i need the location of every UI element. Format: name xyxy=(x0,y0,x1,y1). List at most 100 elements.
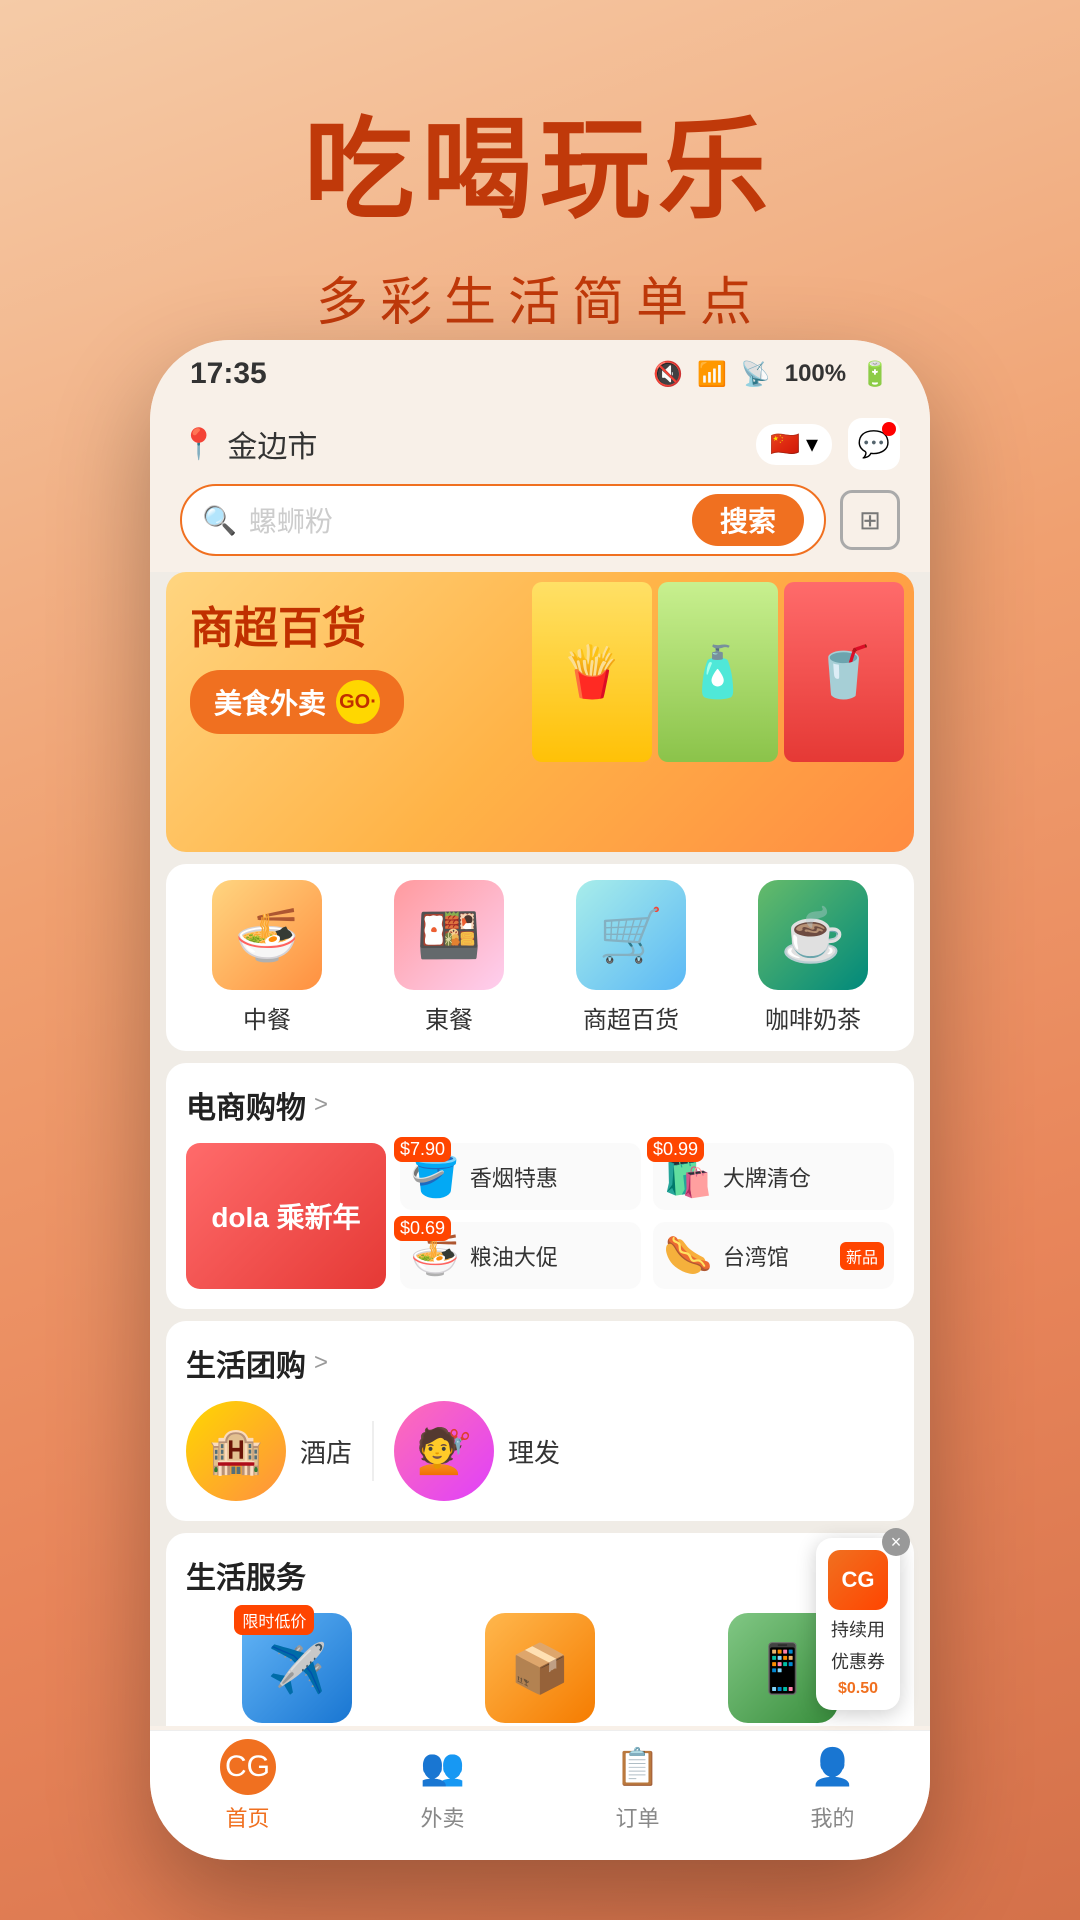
chinese-food-icon: 🍜 xyxy=(212,880,322,990)
float-text2: 优惠券 xyxy=(831,1648,885,1674)
delivery-icon-wrap: 📦 xyxy=(485,1613,595,1723)
flight-badge: 限时低价 xyxy=(234,1605,314,1635)
eastern-food-label: 東餐 xyxy=(425,1000,473,1035)
status-icons: 🔇 📶 📡 100% 🔋 xyxy=(653,360,890,389)
category-chinese[interactable]: 🍜 中餐 xyxy=(197,880,337,1035)
search-box[interactable]: 🔍 螺蛳粉 搜索 xyxy=(180,484,826,556)
nav-profile[interactable]: 👤 我的 xyxy=(805,1739,861,1833)
float-price: $0.50 xyxy=(838,1680,878,1698)
life-group-arrow[interactable]: > xyxy=(314,1349,328,1377)
language-selector[interactable]: 🇨🇳 ▾ xyxy=(756,424,832,465)
category-eastern[interactable]: 🍱 東餐 xyxy=(379,880,519,1035)
close-float-button[interactable]: × xyxy=(882,1528,910,1556)
grain-price: $0.69 xyxy=(394,1216,451,1241)
orders-nav-icon: 📋 xyxy=(610,1739,666,1795)
nav-home[interactable]: CG 首页 xyxy=(220,1739,276,1833)
battery-icon: 🔋 xyxy=(860,360,890,389)
life-items: 🏨 酒店 💇 理发 xyxy=(186,1401,894,1501)
messages-button[interactable]: 💬 xyxy=(848,418,900,470)
ecom-item-cigarette[interactable]: $7.90 🪣 香烟特惠 xyxy=(400,1143,641,1210)
profile-nav-label: 我的 xyxy=(810,1801,854,1833)
hotel-icon: 🏨 xyxy=(186,1401,286,1501)
supermarket-icon: 🛒 xyxy=(576,880,686,990)
banner-section[interactable]: 商超百货 美食外卖 GO· 🍟 🧴 🥤 xyxy=(166,572,914,852)
product-3: 🥤 xyxy=(784,582,904,762)
status-bar: 17:35 🔇 📶 📡 100% 🔋 xyxy=(150,340,930,408)
mute-icon: 🔇 xyxy=(653,360,683,389)
signal-icon: 📡 xyxy=(741,360,771,389)
food-delivery-button[interactable]: 美食外卖 GO· xyxy=(190,670,404,734)
food-delivery-label: 美食外卖 xyxy=(214,682,326,722)
ecom-banner-image[interactable]: dola 乘新年 xyxy=(186,1143,386,1289)
home-nav-icon: CG xyxy=(220,1739,276,1795)
phone-frame: 17:35 🔇 📶 📡 100% 🔋 📍 金边市 🇨🇳 ▾ 💬 xyxy=(150,340,930,1860)
content-area: 商超百货 美食外卖 GO· 🍟 🧴 🥤 🍜 中餐 🍱 東餐 xyxy=(150,572,930,1726)
status-time: 17:35 xyxy=(190,357,267,391)
delivery-nav-icon: 👥 xyxy=(415,1739,471,1795)
life-group-section: 生活团购 > 🏨 酒店 💇 理发 xyxy=(166,1321,914,1521)
delivery-nav-label: 外卖 xyxy=(420,1801,464,1833)
bottom-navigation: CG 首页 👥 外卖 📋 订单 👤 我的 xyxy=(150,1730,930,1860)
app-header: 📍 金边市 🇨🇳 ▾ 💬 xyxy=(150,408,930,484)
clearance-label: 大牌清仓 xyxy=(723,1161,884,1193)
ecommerce-grid: dola 乘新年 $7.90 🪣 香烟特惠 $0.99 🛍️ 大牌清仓 $0.6… xyxy=(186,1143,894,1289)
eastern-food-icon: 🍱 xyxy=(394,880,504,990)
hero-subtitle: 多彩生活简单点 xyxy=(0,260,1080,335)
barber-item[interactable]: 💇 理发 xyxy=(394,1401,560,1501)
search-button[interactable]: 搜索 xyxy=(692,494,804,546)
scan-button[interactable]: ⊞ xyxy=(840,490,900,550)
profile-nav-icon: 👤 xyxy=(805,1739,861,1795)
category-supermarket[interactable]: 🛒 商超百货 xyxy=(561,880,701,1035)
delivery-icon: 📦 xyxy=(485,1613,595,1723)
supermarket-label: 商超百货 xyxy=(583,1000,679,1035)
nav-orders[interactable]: 📋 订单 xyxy=(610,1739,666,1833)
barber-icon: 💇 xyxy=(394,1401,494,1501)
orders-nav-label: 订单 xyxy=(615,1801,659,1833)
header-right: 🇨🇳 ▾ 💬 xyxy=(756,418,900,470)
chinese-food-label: 中餐 xyxy=(243,1000,291,1035)
ecommerce-arrow[interactable]: > xyxy=(314,1091,328,1119)
ecommerce-title: 电商购物 xyxy=(186,1083,306,1127)
living-services-section: 生活服务 ✈️ 限时低价 特价机票 📦 同城闪送 xyxy=(166,1533,914,1726)
search-row: 🔍 螺蛳粉 搜索 ⊞ xyxy=(150,484,930,572)
hotel-item[interactable]: 🏨 酒店 xyxy=(186,1401,352,1501)
life-group-title: 生活团购 xyxy=(186,1341,306,1385)
dropdown-icon: ▾ xyxy=(806,430,818,459)
location-selector[interactable]: 📍 金边市 xyxy=(180,422,317,466)
product-2: 🧴 xyxy=(658,582,778,762)
new-badge: 新品 xyxy=(840,1242,884,1270)
ecom-item-taiwan[interactable]: 🌭 台湾馆 新品 xyxy=(653,1222,894,1289)
ecom-item-grain[interactable]: $0.69 🍜 粮油大促 xyxy=(400,1222,641,1289)
clearance-price: $0.99 xyxy=(647,1137,704,1162)
ecom-item-clearance[interactable]: $0.99 🛍️ 大牌清仓 xyxy=(653,1143,894,1210)
floating-coupon-card: × CG 持续用 优惠券 $0.50 xyxy=(816,1538,900,1710)
ecommerce-section: 电商购物 > dola 乘新年 $7.90 🪣 香烟特惠 $0.99 🛍️ xyxy=(166,1063,914,1309)
battery-level: 100% xyxy=(785,360,846,388)
taiwan-icon: 🌭 xyxy=(663,1232,713,1279)
nav-delivery[interactable]: 👥 外卖 xyxy=(415,1739,471,1833)
life-divider xyxy=(372,1421,374,1481)
home-nav-label: 首页 xyxy=(225,1801,269,1833)
flight-service[interactable]: ✈️ 限时低价 特价机票 xyxy=(186,1613,409,1726)
location-icon: 📍 xyxy=(180,427,217,462)
delivery-service[interactable]: 📦 同城闪送 xyxy=(429,1613,652,1726)
services-grid: ✈️ 限时低价 特价机票 📦 同城闪送 📱 话费充 xyxy=(186,1613,894,1726)
banner-products: 🍟 🧴 🥤 xyxy=(532,582,904,762)
cigarette-price: $7.90 xyxy=(394,1137,451,1162)
grain-label: 粮油大促 xyxy=(470,1240,631,1272)
ecommerce-items: $7.90 🪣 香烟特惠 $0.99 🛍️ 大牌清仓 $0.69 🍜 粮油大促 xyxy=(400,1143,894,1289)
city-name: 金边市 xyxy=(227,422,317,466)
hero-title: 吃喝玩乐 xyxy=(0,80,1080,240)
search-placeholder: 螺蛳粉 xyxy=(249,500,680,540)
float-text1: 持续用 xyxy=(831,1616,885,1642)
float-logo: CG xyxy=(828,1550,888,1610)
product-1: 🍟 xyxy=(532,582,652,762)
flag-icon: 🇨🇳 xyxy=(770,430,800,459)
life-group-header: 生活团购 > xyxy=(186,1341,894,1385)
categories-section: 🍜 中餐 🍱 東餐 🛒 商超百货 ☕ 咖啡奶茶 xyxy=(166,864,914,1051)
go-badge: GO· xyxy=(336,680,380,724)
category-row: 🍜 中餐 🍱 東餐 🛒 商超百货 ☕ 咖啡奶茶 xyxy=(166,880,914,1035)
services-title: 生活服务 xyxy=(186,1553,894,1597)
category-coffee[interactable]: ☕ 咖啡奶茶 xyxy=(743,880,883,1035)
search-icon: 🔍 xyxy=(202,504,237,537)
